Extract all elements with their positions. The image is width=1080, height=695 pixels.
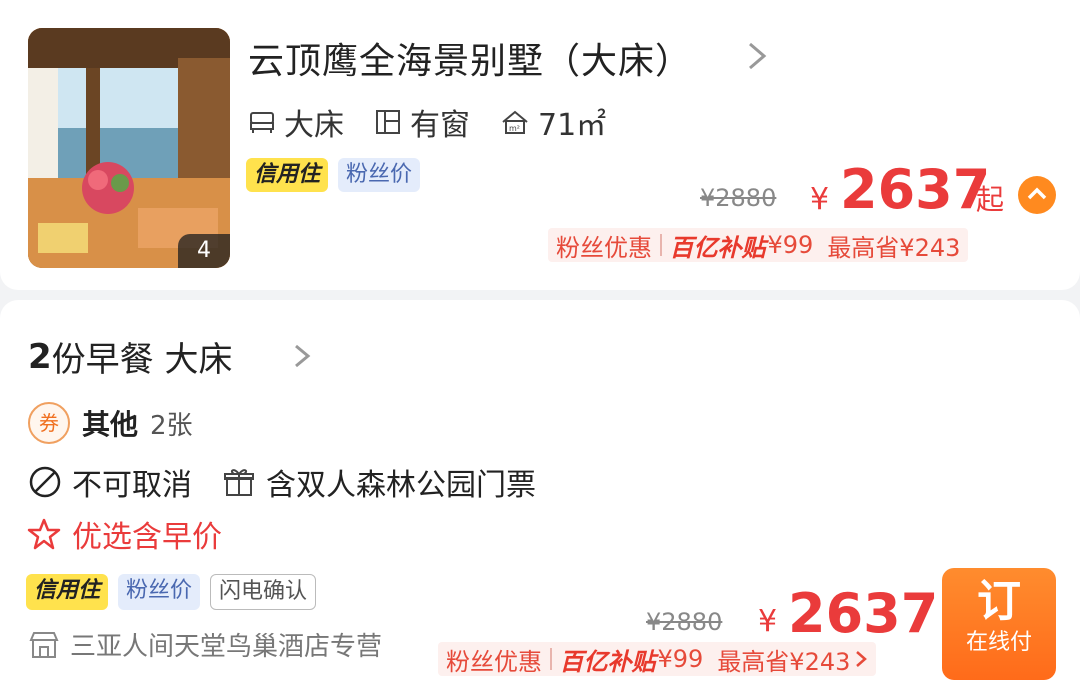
- price-suffix: 起: [976, 183, 1005, 216]
- feature-area-label: 71㎡: [538, 108, 607, 143]
- tag-fans-price: 粉丝价: [338, 158, 421, 192]
- book-button-sub: 在线付: [965, 630, 1032, 655]
- plan-title-text: 份早餐 大床: [51, 340, 233, 380]
- feature-area: m² 71㎡: [500, 100, 606, 144]
- promo-max-save: 最高省¥243: [827, 233, 961, 262]
- cancel-policy: 不可取消: [72, 468, 192, 503]
- store-row[interactable]: 三亚人间天堂鸟巢酒店专营: [28, 626, 382, 663]
- chevron-right-icon[interactable]: [290, 340, 314, 372]
- plan-title[interactable]: 2 份早餐 大床: [28, 332, 232, 381]
- room-card[interactable]: 4 云顶鹰全海景别墅（大床） 大床 有窗 m² 71㎡ 信用住 粉丝价 ¥288…: [0, 0, 1080, 290]
- room-photo: [28, 28, 230, 268]
- book-button-label: 订: [977, 576, 1021, 627]
- tag-credit-stay: 信用住: [26, 574, 109, 610]
- promo-subsidy: 百亿补贴: [669, 233, 766, 262]
- plan-promo-subsidy: 百亿补贴: [559, 647, 656, 676]
- svg-text:m²: m²: [509, 124, 520, 133]
- room-price: 2637: [840, 158, 991, 221]
- coupon-label: 其他: [82, 408, 139, 441]
- policy-row: 不可取消 含双人森林公园门票: [28, 460, 536, 504]
- room-title[interactable]: 云顶鹰全海景别墅（大床）: [248, 32, 692, 84]
- feature-bed: 大床: [248, 100, 344, 144]
- room-tags: 信用住 粉丝价: [246, 158, 421, 192]
- store-icon: [29, 631, 59, 658]
- plan-promo-bar[interactable]: 粉丝优惠 百亿补贴 ¥99 最高省¥243: [438, 642, 877, 676]
- collapse-button[interactable]: [1018, 176, 1056, 214]
- tag-fans-price: 粉丝价: [118, 574, 201, 610]
- plan-promo-fans: 粉丝优惠: [446, 647, 542, 676]
- promo-fans: 粉丝优惠: [556, 233, 652, 262]
- feature-window-label: 有窗: [410, 108, 470, 143]
- plan-promo-max-save: 最高省¥243: [717, 647, 851, 676]
- chevron-right-icon[interactable]: [742, 38, 772, 74]
- preference-label: 优选含早价: [72, 520, 222, 555]
- coupon-icon: 券: [28, 402, 70, 444]
- chevron-up-icon: [1027, 187, 1047, 200]
- promo-subsidy-amount: ¥99: [767, 231, 814, 259]
- coupon-count: 2张: [150, 410, 193, 441]
- gift-icon: [224, 469, 254, 496]
- promo-bar[interactable]: 粉丝优惠 百亿补贴 ¥99 最高省¥243: [548, 228, 969, 262]
- no-cancel-icon: [29, 466, 61, 498]
- feature-bed-label: 大床: [284, 108, 344, 143]
- plan-original-price: ¥2880: [646, 608, 723, 636]
- photo-count-badge: 4: [178, 234, 230, 268]
- coupon-row[interactable]: 券 其他 2张: [28, 402, 193, 444]
- tag-credit-stay: 信用住: [246, 158, 329, 192]
- preference-row: 优选含早价: [26, 512, 222, 556]
- tag-flash-confirm: 闪电确认: [210, 574, 317, 610]
- star-icon: [27, 518, 61, 550]
- plan-title-count: 2: [28, 336, 52, 377]
- plan-price: 2637: [788, 582, 939, 645]
- chevron-right-icon: [856, 651, 868, 667]
- plan-promo-subsidy-amount: ¥99: [657, 645, 704, 673]
- store-name: 三亚人间天堂鸟巢酒店专营: [70, 632, 383, 662]
- room-thumbnail[interactable]: 4: [28, 28, 230, 268]
- feature-window: 有窗: [374, 100, 470, 144]
- gift-item: 含双人森林公园门票: [222, 460, 536, 504]
- area-icon: m²: [502, 110, 528, 134]
- room-features: 大床 有窗 m² 71㎡: [248, 100, 636, 144]
- window-icon: [376, 110, 400, 134]
- book-button[interactable]: 订 在线付: [942, 568, 1056, 680]
- currency-symbol: ¥: [810, 182, 830, 217]
- gift-label: 含双人森林公园门票: [266, 468, 536, 503]
- plan-currency-symbol: ¥: [758, 604, 778, 639]
- plan-tags: 信用住 粉丝价 闪电确认: [26, 574, 317, 610]
- original-price: ¥2880: [700, 184, 777, 212]
- bed-icon: [250, 112, 274, 133]
